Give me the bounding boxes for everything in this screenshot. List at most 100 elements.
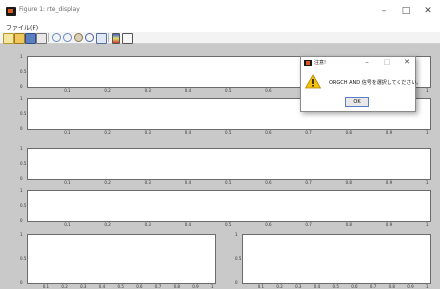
axes-6[interactable] xyxy=(242,234,431,284)
x-tick-label: 0.2 xyxy=(61,284,68,289)
x-tick-label: 0.4 xyxy=(184,130,192,135)
zoom-out-icon[interactable] xyxy=(63,33,72,42)
x-tick-label: 1 xyxy=(426,130,429,135)
x-tick-label: 0.4 xyxy=(184,180,192,185)
y-tick-label: 0 xyxy=(20,218,23,223)
warning-icon xyxy=(305,74,321,89)
x-tick-label: 1 xyxy=(426,180,429,185)
x-tick-label: 0.9 xyxy=(385,130,393,135)
x-tick-label: 0.3 xyxy=(144,222,151,227)
x-tick-label: 0.2 xyxy=(104,180,111,185)
matlab-logo-icon xyxy=(6,7,16,16)
colorbar-icon[interactable] xyxy=(112,33,120,44)
x-tick-label: 0.8 xyxy=(345,130,352,135)
x-tick-label: 0.2 xyxy=(104,88,111,93)
x-tick-label: 0.2 xyxy=(276,284,283,289)
x-tick-label: 0.6 xyxy=(265,88,272,93)
x-tick-label: 0.6 xyxy=(265,130,272,135)
x-tick-label: 0.1 xyxy=(42,284,50,289)
x-tick-label: 0.4 xyxy=(184,222,192,227)
axes-4[interactable] xyxy=(27,190,431,222)
toolbar-separator xyxy=(48,33,49,42)
toolbar-separator xyxy=(108,33,109,42)
x-tick-label: 0.1 xyxy=(64,180,71,185)
dialog-maximize-button[interactable]: □ xyxy=(381,57,393,68)
y-tick-label: 1 xyxy=(235,232,238,237)
x-tick-label: 0.7 xyxy=(305,180,312,185)
close-button[interactable]: ✕ xyxy=(420,4,436,18)
x-tick-label: 0.5 xyxy=(117,284,124,289)
y-tick-label: 0 xyxy=(20,176,23,181)
y-tick-label: 0 xyxy=(20,126,23,131)
y-tick-label: 0.5 xyxy=(20,111,27,116)
print-icon[interactable] xyxy=(36,33,47,44)
x-tick-label: 0.6 xyxy=(136,284,143,289)
menu-file[interactable]: ファイル(F) xyxy=(6,23,38,32)
x-tick-label: 0.5 xyxy=(225,88,232,93)
dialog-minimize-button[interactable]: – xyxy=(361,57,373,68)
y-tick-label: 0.5 xyxy=(235,256,242,261)
x-tick-label: 0.2 xyxy=(104,222,111,227)
x-tick-label: 0.7 xyxy=(305,222,312,227)
maximize-button[interactable]: □ xyxy=(398,4,414,18)
x-tick-label: 0.4 xyxy=(313,284,321,289)
x-tick-label: 0.3 xyxy=(144,88,151,93)
pan-icon[interactable] xyxy=(74,33,83,42)
y-tick-label: 0 xyxy=(20,280,23,285)
y-tick-label: 0 xyxy=(20,84,23,89)
x-tick-label: 0.3 xyxy=(144,180,151,185)
x-tick-label: 0.1 xyxy=(64,222,71,227)
x-tick-label: 0.4 xyxy=(98,284,106,289)
x-tick-label: 0.8 xyxy=(345,180,352,185)
y-tick-label: 1 xyxy=(20,54,23,59)
y-tick-label: 1 xyxy=(20,146,23,151)
x-tick-label: 0.8 xyxy=(345,222,352,227)
x-tick-label: 0.8 xyxy=(173,284,180,289)
dialog-titlebar: 注意! – □ ✕ xyxy=(301,57,415,68)
menu-bar: ファイル(F) xyxy=(0,22,440,32)
y-tick-label: 0.5 xyxy=(20,161,27,166)
data-cursor-icon[interactable] xyxy=(96,33,107,44)
window-title: Figure 1: rte_display xyxy=(19,6,80,13)
x-tick-label: 1 xyxy=(426,88,429,93)
x-tick-label: 0.9 xyxy=(407,284,414,289)
x-tick-label: 0.6 xyxy=(351,284,358,289)
y-tick-label: 0 xyxy=(235,280,238,285)
new-icon[interactable] xyxy=(3,33,14,44)
window-titlebar: Figure 1: rte_display – □ ✕ xyxy=(0,0,440,22)
open-icon[interactable] xyxy=(14,33,25,44)
dialog-message: ORGCH AND 信号を選択してください。 xyxy=(329,80,422,86)
y-tick-label: 1 xyxy=(20,96,23,101)
figure-toolbar xyxy=(0,32,440,44)
x-tick-label: 0.6 xyxy=(265,222,272,227)
x-tick-label: 0.1 xyxy=(64,130,71,135)
dialog-title: 注意! xyxy=(314,60,327,66)
x-tick-label: 0.5 xyxy=(225,222,232,227)
x-tick-label: 0.3 xyxy=(295,284,302,289)
x-tick-label: 0.1 xyxy=(257,284,265,289)
x-tick-label: 0.9 xyxy=(385,222,393,227)
x-tick-label: 0.3 xyxy=(144,130,151,135)
legend-icon[interactable] xyxy=(122,33,133,44)
y-tick-label: 1 xyxy=(20,188,23,193)
x-tick-label: 1 xyxy=(426,284,429,289)
x-tick-label: 0.1 xyxy=(64,88,71,93)
x-tick-label: 0.5 xyxy=(225,180,232,185)
ok-button[interactable]: OK xyxy=(345,97,369,107)
y-tick-label: 1 xyxy=(20,232,23,237)
matlab-logo-icon xyxy=(304,60,312,66)
minimize-button[interactable]: – xyxy=(376,4,392,18)
save-icon[interactable] xyxy=(25,33,36,44)
rotate-icon[interactable] xyxy=(85,33,94,42)
x-tick-label: 0.6 xyxy=(265,180,272,185)
axes-5[interactable] xyxy=(27,234,216,284)
x-tick-label: 0.8 xyxy=(388,284,395,289)
x-tick-label: 0.2 xyxy=(104,130,111,135)
zoom-in-icon[interactable] xyxy=(52,33,61,42)
warning-dialog: 注意! – □ ✕ ORGCH AND 信号を選択してください。 OK xyxy=(300,56,421,112)
axes-3[interactable] xyxy=(27,148,431,180)
dialog-close-button[interactable]: ✕ xyxy=(401,57,413,68)
x-tick-label: 0.5 xyxy=(225,130,232,135)
x-tick-label: 0.7 xyxy=(369,284,377,289)
x-tick-label: 1 xyxy=(211,284,214,289)
